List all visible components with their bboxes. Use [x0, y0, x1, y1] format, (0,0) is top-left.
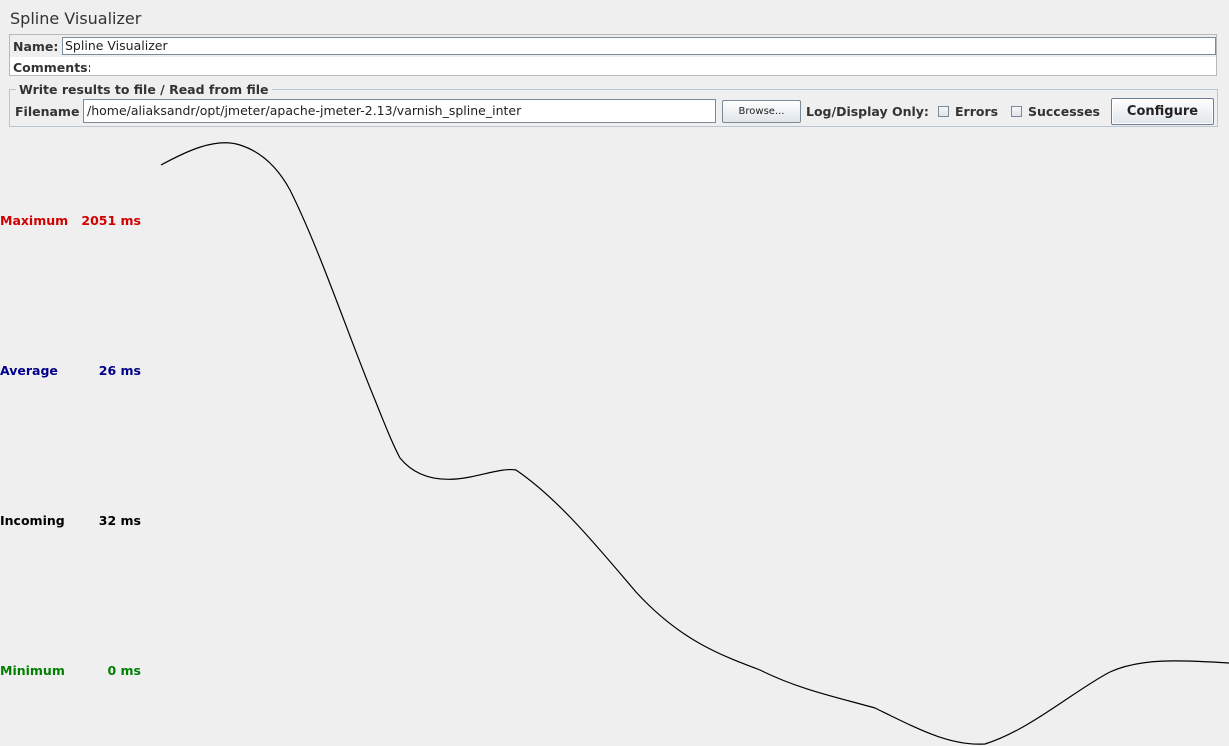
errors-checkbox[interactable] [938, 106, 949, 117]
spline-curve [160, 142, 1229, 745]
filename-input[interactable]: /home/aliaksandr/opt/jmeter/apache-jmete… [83, 99, 716, 123]
name-row: Name: Spline Visualizer [10, 35, 1216, 57]
successes-checkbox[interactable] [1011, 106, 1022, 117]
browse-button[interactable]: Browse... [722, 100, 801, 123]
comments-input[interactable] [90, 57, 1216, 75]
filename-label: Filename [15, 104, 80, 119]
file-panel-legend: Write results to file / Read from file [16, 82, 272, 97]
configure-button[interactable]: Configure [1111, 98, 1214, 125]
name-label: Name: [13, 39, 59, 54]
window-title: Spline Visualizer [10, 9, 142, 28]
name-comments-panel: Name: Spline Visualizer Comments: [9, 34, 1217, 76]
comments-label: Comments: [13, 60, 93, 75]
log-display-label: Log/Display Only: [806, 104, 929, 119]
errors-label[interactable]: Errors [955, 104, 998, 119]
spline-graph [160, 142, 1229, 745]
name-input[interactable]: Spline Visualizer [62, 37, 1216, 55]
successes-label[interactable]: Successes [1028, 104, 1100, 119]
